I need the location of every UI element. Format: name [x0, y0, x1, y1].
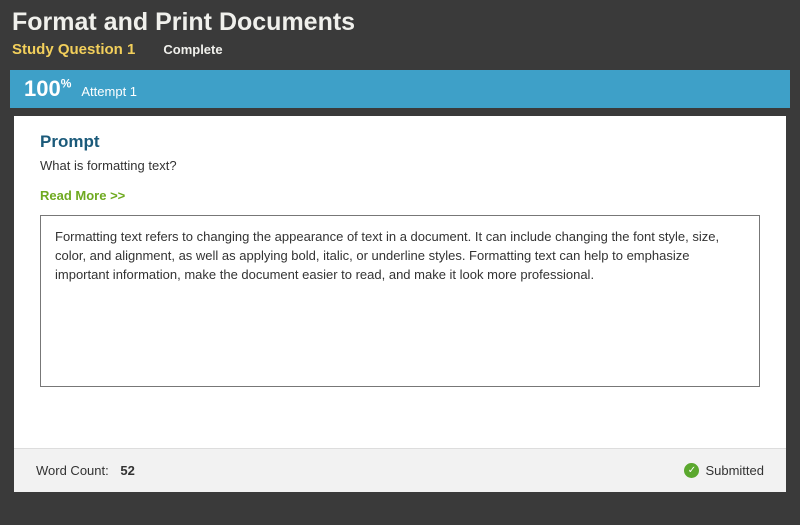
score-value: 100%: [24, 76, 71, 102]
footer-bar: Word Count: 52 ✓ Submitted: [14, 448, 786, 492]
score-number: 100: [24, 76, 61, 101]
submitted-status: ✓ Submitted: [684, 463, 764, 478]
prompt-heading: Prompt: [40, 132, 760, 152]
status-label: Complete: [163, 42, 222, 57]
word-count-label: Word Count:: [36, 463, 109, 478]
score-bar: 100% Attempt 1: [10, 70, 790, 108]
prompt-text: What is formatting text?: [40, 158, 760, 173]
score-suffix: %: [61, 77, 72, 91]
page-title: Format and Print Documents: [12, 8, 788, 37]
check-circle-icon: ✓: [684, 463, 699, 478]
header: Format and Print Documents Study Questio…: [0, 0, 800, 64]
submitted-label: Submitted: [705, 463, 764, 478]
subtitle-row: Study Question 1 Complete: [12, 41, 788, 58]
answer-textarea[interactable]: Formatting text refers to changing the a…: [40, 215, 760, 387]
read-more-link[interactable]: Read More >>: [40, 188, 125, 203]
word-count: Word Count: 52: [36, 463, 135, 478]
word-count-value: 52: [120, 463, 134, 478]
question-label: Study Question 1: [12, 41, 135, 58]
prompt-card: Prompt What is formatting text? Read Mor…: [14, 116, 786, 448]
attempt-label: Attempt 1: [81, 84, 137, 99]
